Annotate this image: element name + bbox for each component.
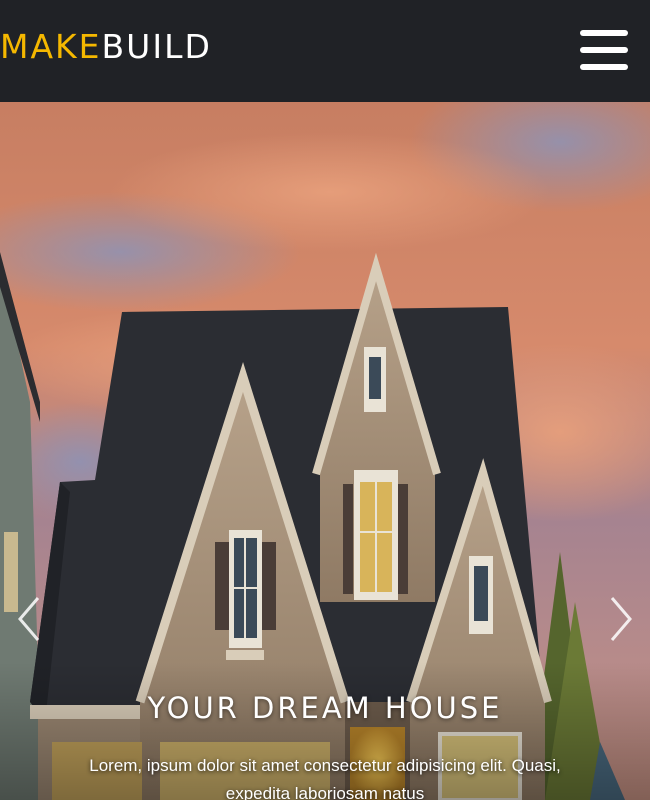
hero-description: Lorem, ipsum dolor sit amet consectetur … (89, 756, 561, 800)
hamburger-menu-icon[interactable] (580, 30, 628, 72)
chevron-right-icon[interactable] (606, 594, 636, 644)
brand-make: MAKE (0, 27, 102, 66)
brand-build: BUILD (101, 27, 212, 66)
hero-carousel: YOUR DREAM HOUSE Lorem, ipsum dolor sit … (0, 102, 650, 800)
brand-logo[interactable]: MAKEBUILD (0, 27, 212, 67)
chevron-left-icon[interactable] (14, 594, 44, 644)
hero-title: YOUR DREAM HOUSE (147, 691, 503, 725)
navbar: MAKEBUILD (0, 0, 650, 102)
